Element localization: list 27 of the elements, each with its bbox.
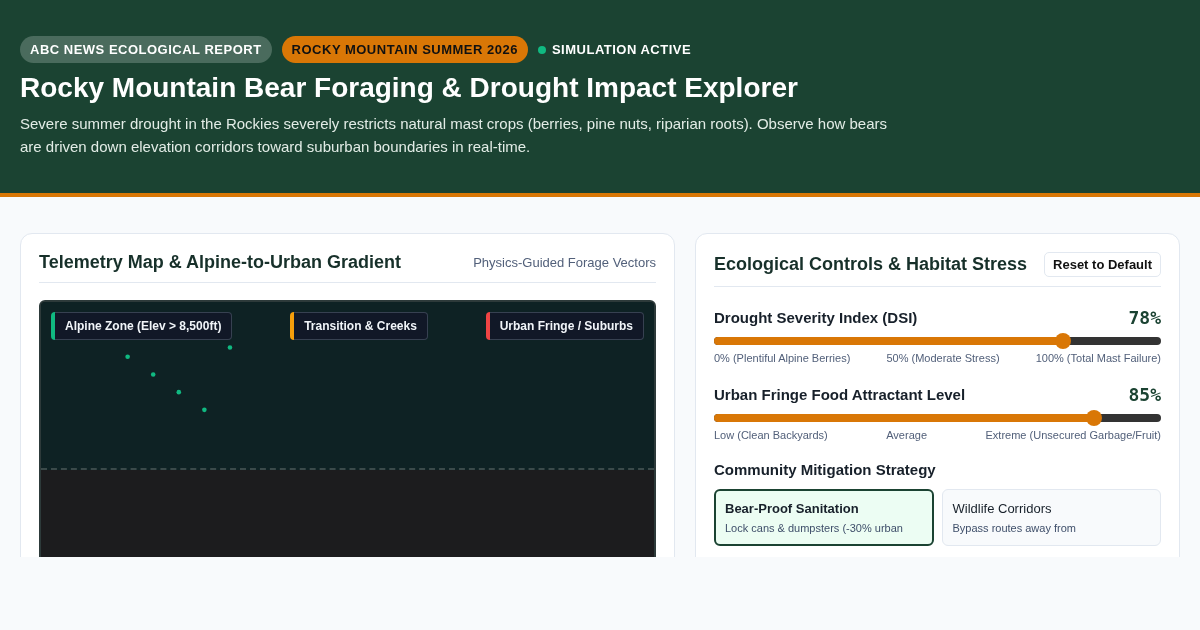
zone-label: Urban Fringe / Suburbs <box>489 312 644 340</box>
reset-button[interactable]: Reset to Default <box>1044 252 1161 277</box>
tick-label: 50% (Moderate Stress) <box>886 352 1000 364</box>
slider-thumb[interactable] <box>1085 410 1102 426</box>
tick-label: 100% (Total Mast Failure) <box>1035 352 1161 364</box>
report-badge: ABC NEWS ECOLOGICAL REPORT <box>20 36 272 63</box>
zone-label: Alpine Zone (Elev > 8,500ft) <box>55 312 233 340</box>
slider-reading: 78% <box>1128 307 1161 328</box>
slider-label: Urban Fringe Food Attractant Level <box>714 386 966 403</box>
report-badge: ROCKY MOUNTAIN SUMMER 2026 <box>281 36 528 63</box>
tick-label: Average <box>886 429 927 441</box>
card-title: Telemetry Map & Alpine-to-Urban Gradient <box>39 252 402 273</box>
strategy-option[interactable]: Bear-Proof Sanitation Lock cans & dumpsters (-30% urban <box>714 489 934 546</box>
slider-label: Drought Severity Index (DSI) <box>714 309 918 326</box>
card-subtitle: Physics-Guided Forage Vectors <box>473 255 656 270</box>
tick-label: 0% (Plentiful Alpine Berries) <box>714 352 851 364</box>
status-text: SIMULATION ACTIVE <box>551 42 692 57</box>
section-title: Community Mitigation Strategy <box>714 461 937 478</box>
page-description: Severe summer drought in the Rockies severely restricts natural mast crops (berries, pine nuts, riparian roots). Observe how bears are driven down elevation corridors toward suburban boundaries in real-time. <box>20 114 889 157</box>
strategy-option[interactable]: Wildlife Corridors Bypass routes away from <box>941 489 1161 546</box>
slider-thumb[interactable] <box>1054 333 1071 349</box>
slider-reading: 85% <box>1128 384 1161 405</box>
zone-label: Transition & Creeks <box>294 312 428 340</box>
tick-label: Low (Clean Backyards) <box>714 429 828 441</box>
tick-label: Extreme (Unsecured Garbage/Fruit) <box>985 429 1161 441</box>
card-title: Ecological Controls & Habitat Stress <box>714 254 1028 275</box>
page-title: Rocky Mountain Bear Foraging & Drought Impact Explorer <box>20 72 799 104</box>
